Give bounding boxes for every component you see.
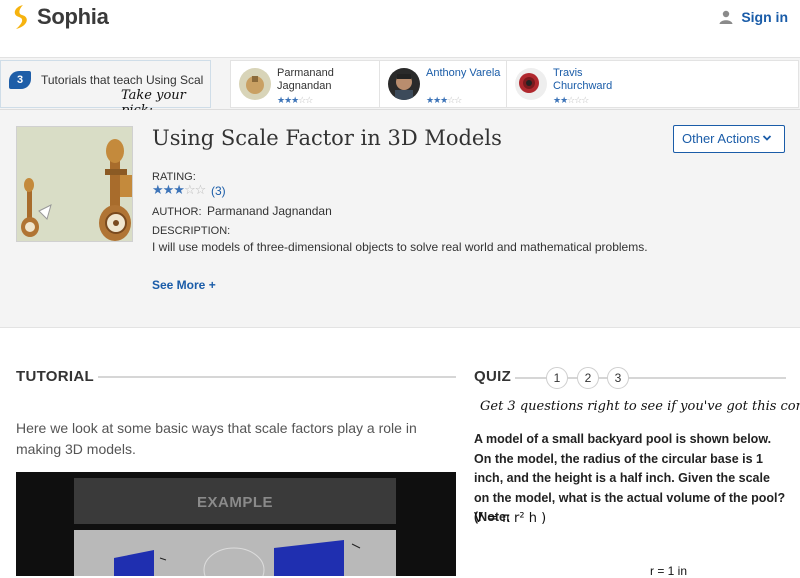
tutorial-rating-stars: ★★★☆☆ bbox=[277, 95, 313, 105]
strip-title: Tutorials that teach Using Scale bbox=[41, 73, 203, 87]
author-name: Parmanand Jagnandan bbox=[207, 204, 332, 218]
avatar bbox=[239, 68, 271, 100]
tutorial-card-parmanand[interactable]: Parmanand Jagnandan ★★★☆☆ bbox=[230, 60, 380, 108]
see-more-link[interactable]: See More + bbox=[152, 278, 216, 292]
logo-text: Sophia bbox=[37, 4, 109, 29]
tutorials-strip-summary: 3 Tutorials that teach Using Scale Take … bbox=[0, 60, 211, 118]
video-slide-figure bbox=[74, 530, 396, 576]
page-title: Using Scale Factor in 3D Models bbox=[152, 126, 502, 150]
description-text: I will use models of three-dimensional o… bbox=[152, 240, 648, 254]
tutorial-header: Using Scale Factor in 3D Models Other Ac… bbox=[0, 110, 800, 328]
tutorial-author-name: Travis Churchward bbox=[553, 67, 613, 92]
quiz-step-3[interactable]: 3 bbox=[607, 367, 629, 389]
tutorial-rating-stars: ★★★☆☆ bbox=[426, 95, 462, 105]
tutorial-video[interactable]: EXAMPLE bbox=[16, 472, 456, 576]
tutorial-intro: Here we look at some basic ways that sca… bbox=[16, 420, 417, 457]
site-header: Sophia Sign in bbox=[0, 0, 800, 58]
sign-in-label: Sign in bbox=[741, 9, 788, 25]
tutorial-count-badge: 3 bbox=[9, 71, 31, 89]
sophia-logo[interactable]: Sophia bbox=[10, 4, 109, 30]
sign-in-link[interactable]: Sign in bbox=[719, 9, 788, 25]
volume-formula: V = π r² h ) bbox=[474, 511, 547, 526]
avatar bbox=[388, 68, 420, 100]
video-slide-header: EXAMPLE bbox=[74, 478, 396, 524]
description-label: DESCRIPTION: bbox=[152, 225, 231, 237]
quiz-step-2[interactable]: 2 bbox=[577, 367, 599, 389]
tutorial-heading: TUTORIAL bbox=[16, 368, 94, 385]
tutorial-card-anthony[interactable]: Anthony Varela ★★★☆☆ bbox=[379, 60, 507, 108]
author-label: AUTHOR: bbox=[152, 206, 202, 218]
tutorial-card-travis[interactable]: Travis Churchward ★★☆☆☆ bbox=[506, 60, 799, 108]
quiz-tagline: Get 3 questions right to see if you've g… bbox=[480, 399, 800, 414]
tutorials-strip: 3 Tutorials that teach Using Scale Take … bbox=[0, 58, 800, 118]
chevron-down-icon bbox=[762, 131, 772, 146]
other-actions-button[interactable]: Other Actions bbox=[673, 125, 785, 153]
rating-stars[interactable]: ★★★☆☆ bbox=[152, 182, 206, 198]
tutorial-author-name: Anthony Varela bbox=[426, 67, 501, 79]
tutorial-thumbnail bbox=[16, 126, 133, 242]
sophia-logo-icon bbox=[14, 5, 27, 29]
avatar bbox=[515, 68, 547, 100]
quiz-step-1[interactable]: 1 bbox=[546, 367, 568, 389]
slide-label: EXAMPLE bbox=[196, 494, 273, 511]
divider bbox=[98, 376, 456, 378]
quiz-heading: QUIZ bbox=[474, 368, 512, 385]
user-icon bbox=[719, 10, 733, 24]
tutorial-rating-stars: ★★☆☆☆ bbox=[553, 95, 589, 105]
tutorial-author-name: Parmanand Jagnandan bbox=[277, 67, 334, 92]
other-actions-label: Other Actions bbox=[682, 131, 761, 146]
rating-count[interactable]: (3) bbox=[211, 184, 226, 198]
